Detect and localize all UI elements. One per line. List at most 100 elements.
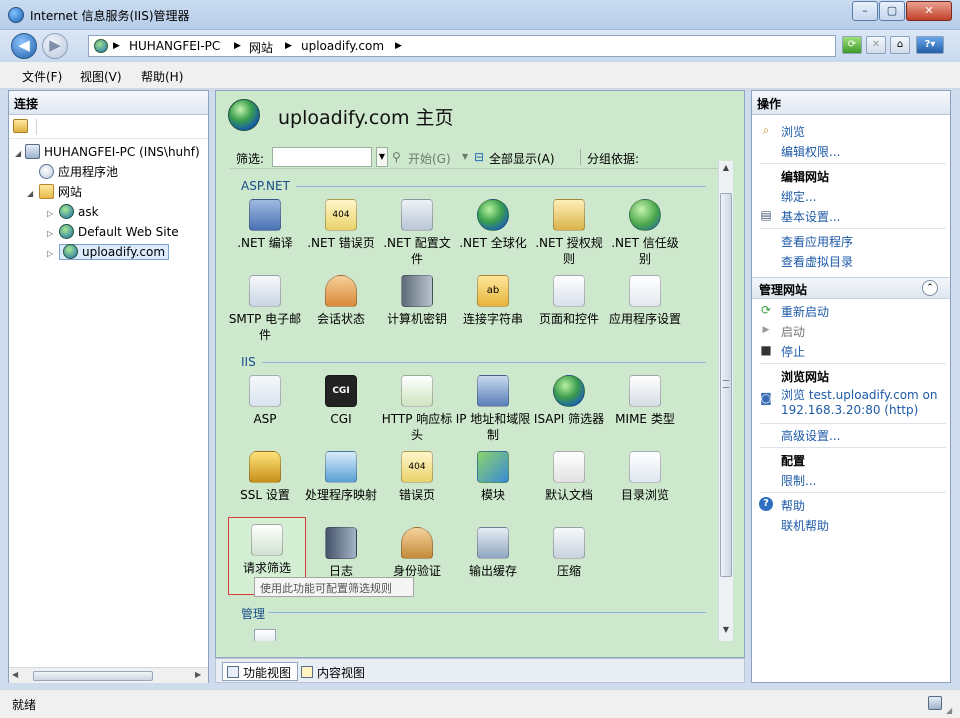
tree-item-default-web-site[interactable]: ▷ Default Web Site bbox=[15, 222, 200, 242]
restart-link[interactable]: 重新启动 bbox=[781, 303, 829, 320]
feature-cgi[interactable]: CGI CGI bbox=[302, 375, 380, 427]
feature-ssl-settings[interactable]: SSL 设置 bbox=[226, 451, 304, 503]
show-all-button[interactable]: 全部显示(A) bbox=[489, 150, 555, 167]
limits-link[interactable]: 限制... bbox=[781, 472, 816, 489]
menu-file[interactable]: 文件(F) bbox=[22, 68, 62, 85]
tree-item-server[interactable]: ◢ HUHANGFEI-PC (INS\huhf) bbox=[15, 142, 200, 162]
expand-arrow-icon[interactable]: ▷ bbox=[47, 204, 57, 224]
help-link[interactable]: 帮助 bbox=[781, 497, 805, 514]
bindings-link[interactable]: 绑定... bbox=[781, 188, 816, 205]
scroll-left-arrow-icon[interactable]: ◀ bbox=[12, 670, 18, 679]
view-virtual-directories-link[interactable]: 查看虚拟目录 bbox=[781, 253, 853, 270]
feature-dotnet-profile[interactable]: .NET 配置文件 bbox=[378, 199, 456, 267]
feature-directory-browsing[interactable]: 目录浏览 bbox=[606, 451, 684, 503]
tree-item-sites[interactable]: ◢ 网站 bbox=[15, 182, 200, 202]
feature-compression[interactable]: 压缩 bbox=[530, 527, 608, 579]
globe-icon bbox=[63, 244, 78, 259]
feature-dotnet-error-pages[interactable]: 404 .NET 错误页 bbox=[302, 199, 380, 251]
feature-modules[interactable]: 模块 bbox=[454, 451, 532, 503]
view-applications-link[interactable]: 查看应用程序 bbox=[781, 233, 853, 250]
advanced-settings-link[interactable]: 高级设置... bbox=[781, 427, 840, 444]
horizontal-scrollbar[interactable]: ◀ ▶ bbox=[9, 667, 208, 683]
scroll-up-arrow-icon[interactable]: ▲ bbox=[719, 163, 733, 172]
home-icon[interactable]: ⌂ bbox=[890, 36, 910, 54]
forward-button[interactable]: ▶ bbox=[42, 33, 68, 59]
scroll-thumb[interactable] bbox=[720, 193, 732, 577]
feature-pages-controls[interactable]: 页面和控件 bbox=[530, 275, 608, 327]
basic-settings-icon: ▤ bbox=[760, 208, 772, 222]
collapse-arrow-icon[interactable]: ◢ bbox=[15, 144, 25, 164]
feature-logging[interactable]: 日志 bbox=[302, 527, 380, 579]
feature-mime-types[interactable]: MIME 类型 bbox=[606, 375, 684, 427]
feature-label: 压缩 bbox=[556, 564, 581, 578]
tree-item-app-pools[interactable]: 应用程序池 bbox=[15, 162, 200, 182]
feature-dotnet-compilation[interactable]: .NET 编译 bbox=[226, 199, 304, 251]
menu-view[interactable]: 视图(V) bbox=[80, 68, 122, 85]
feature-error-pages[interactable]: 404 错误页 bbox=[378, 451, 456, 503]
close-button[interactable]: ✕ bbox=[906, 1, 952, 21]
feature-asp[interactable]: ASP bbox=[226, 375, 304, 427]
filter-input[interactable] bbox=[272, 147, 372, 167]
expand-arrow-icon[interactable]: ▷ bbox=[47, 244, 57, 264]
browse-link[interactable]: 浏览 bbox=[781, 123, 805, 140]
stop-link[interactable]: 停止 bbox=[781, 343, 805, 360]
feature-machine-key[interactable]: 计算机密钥 bbox=[378, 275, 456, 327]
start-filter-button[interactable]: 开始(G) bbox=[408, 150, 451, 167]
breadcrumb-server[interactable]: HUHANGFEI-PC bbox=[129, 39, 220, 53]
breadcrumb-sites[interactable]: 网站 bbox=[249, 39, 273, 56]
feature-handler-mappings[interactable]: 处理程序映射 bbox=[302, 451, 380, 503]
feature-authentication[interactable]: 身份验证 bbox=[378, 527, 456, 579]
actions-divider bbox=[760, 423, 946, 424]
feature-output-caching[interactable]: 输出缓存 bbox=[454, 527, 532, 579]
tree-item-uploadify[interactable]: ▷ uploadify.com bbox=[15, 242, 200, 262]
stop-icon[interactable]: ✕ bbox=[866, 36, 886, 54]
back-button[interactable]: ◀ bbox=[11, 33, 37, 59]
edit-permissions-link[interactable]: 编辑权限... bbox=[781, 143, 840, 160]
tree-item-ask[interactable]: ▷ ask bbox=[15, 202, 200, 222]
resize-grip-icon[interactable]: ◢ bbox=[946, 706, 952, 715]
feature-connection-strings[interactable]: ab 连接字符串 bbox=[454, 275, 532, 327]
feature-label: 计算机密钥 bbox=[386, 312, 447, 326]
feature-http-response-headers[interactable]: HTTP 响应标头 bbox=[378, 375, 456, 443]
browse-url-link-line2[interactable]: 192.168.3.20:80 (http) bbox=[781, 403, 918, 417]
config-editor-icon[interactable] bbox=[254, 629, 276, 641]
feature-dotnet-trust-levels[interactable]: .NET 信任级别 bbox=[606, 199, 684, 267]
basic-settings-link[interactable]: 基本设置... bbox=[781, 208, 840, 225]
filter-label: 筛选: bbox=[236, 152, 265, 166]
feature-session-state[interactable]: 会话状态 bbox=[302, 275, 380, 327]
feature-default-document[interactable]: 默认文档 bbox=[530, 451, 608, 503]
default-document-icon bbox=[553, 451, 585, 483]
manage-site-section[interactable]: 管理网站 ⌃ bbox=[752, 277, 950, 299]
collapse-arrow-icon[interactable]: ◢ bbox=[27, 184, 37, 204]
feature-isapi-filters[interactable]: ISAPI 筛选器 bbox=[530, 375, 608, 427]
tab-content-view[interactable]: 内容视图 bbox=[296, 662, 372, 681]
start-dropdown-arrow-icon[interactable]: ▼ bbox=[462, 152, 468, 161]
address-bar[interactable]: ▶ HUHANGFEI-PC ▶ 网站 ▶ uploadify.com ▶ bbox=[88, 35, 836, 57]
tab-features-view[interactable]: 功能视图 bbox=[222, 662, 299, 681]
refresh-icon[interactable]: ⟳ bbox=[842, 36, 862, 54]
scroll-thumb[interactable] bbox=[33, 671, 153, 681]
connect-icon[interactable] bbox=[13, 119, 28, 133]
scroll-grip-icon bbox=[723, 380, 729, 388]
vertical-scrollbar[interactable]: ▲ ▼ bbox=[718, 161, 733, 641]
scroll-right-arrow-icon[interactable]: ▶ bbox=[195, 670, 201, 679]
feature-dotnet-authorization[interactable]: .NET 授权规则 bbox=[530, 199, 608, 267]
feature-dotnet-globalization[interactable]: .NET 全球化 bbox=[454, 199, 532, 251]
expand-arrow-icon[interactable]: ▷ bbox=[47, 224, 57, 244]
menu-help[interactable]: 帮助(H) bbox=[141, 68, 183, 85]
help-icon[interactable]: ?▾ bbox=[916, 36, 944, 54]
group-by-label[interactable]: 分组依据: bbox=[587, 150, 639, 167]
view-tabs: 功能视图 内容视图 bbox=[215, 658, 745, 683]
feature-smtp-email[interactable]: SMTP 电子邮件 bbox=[226, 275, 304, 343]
maximize-button[interactable]: ▢ bbox=[879, 1, 905, 21]
filter-dropdown-arrow-icon[interactable]: ▼ bbox=[376, 147, 388, 167]
feature-ip-domain-restrictions[interactable]: IP 地址和域限制 bbox=[454, 375, 532, 443]
feature-app-settings[interactable]: 应用程序设置 bbox=[606, 275, 684, 327]
browse-url-link[interactable]: 浏览 test.uploadify.com on bbox=[781, 386, 938, 403]
start-link[interactable]: 启动 bbox=[781, 323, 805, 340]
minimize-button[interactable]: – bbox=[852, 1, 878, 21]
online-help-link[interactable]: 联机帮助 bbox=[781, 517, 829, 534]
collapse-section-icon[interactable]: ⌃ bbox=[922, 280, 938, 296]
breadcrumb-site[interactable]: uploadify.com bbox=[301, 39, 384, 53]
scroll-down-arrow-icon[interactable]: ▼ bbox=[719, 625, 733, 634]
